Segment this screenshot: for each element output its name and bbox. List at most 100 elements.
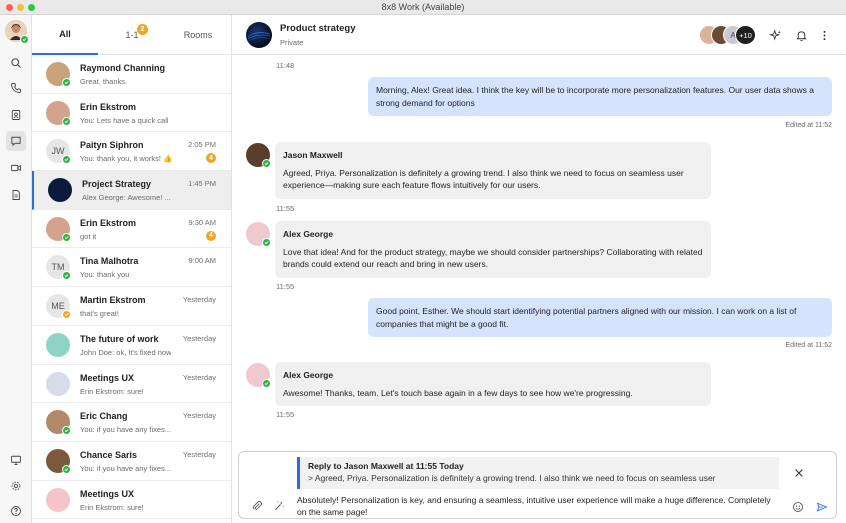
tab-one-to-one[interactable]: 1-1 2: [99, 15, 165, 55]
incoming-message[interactable]: Jason Maxwell Agreed, Priya. Personaliza…: [275, 142, 711, 199]
conversation-preview: You: if you have any fixes...: [80, 463, 172, 473]
reply-quote: > Agreed, Priya. Personalization is defi…: [308, 473, 716, 483]
conversation-item[interactable]: Raymond Channing Great, thanks.: [32, 55, 231, 94]
conversation-preview: You: if you have any fixes...: [80, 425, 172, 435]
nav-search[interactable]: [6, 53, 26, 73]
conversation-avatar: [46, 448, 71, 474]
magic-wand-icon: [274, 501, 284, 511]
sparkle-icon: [768, 28, 781, 41]
conversation-preview: Erin Ekstrom: sure!: [80, 502, 144, 512]
presence-indicator: [62, 116, 71, 126]
check-icon: [264, 241, 269, 245]
nav-help[interactable]: [6, 501, 26, 521]
nav-rail: [0, 15, 32, 523]
conversation-time: Yesterday: [182, 372, 216, 382]
nav-display[interactable]: [6, 450, 26, 470]
conversation-item[interactable]: Meetings UX Erin Ekstrom: sure!: [32, 481, 231, 520]
conversation-name: Martin Ekstrom: [80, 295, 146, 306]
conversation-time: Yesterday: [182, 449, 216, 459]
more-options-button[interactable]: [816, 27, 832, 43]
nav-settings[interactable]: [6, 476, 26, 496]
user-avatar[interactable]: [5, 20, 29, 44]
conversation-item[interactable]: Meetings UX Erin Ekstrom: sure! Yesterday: [32, 365, 231, 404]
tab-rooms[interactable]: Rooms: [165, 15, 231, 55]
room-avatar-image: [247, 32, 271, 42]
presence-indicator: [20, 35, 29, 44]
room-avatar[interactable]: [246, 22, 272, 48]
presence-indicator: [62, 310, 71, 320]
room-title[interactable]: Product strategy: [280, 23, 356, 34]
conversation-time: 1:45 PM: [188, 179, 216, 189]
send-icon: [816, 502, 828, 512]
edited-label: Edited at 11:52: [785, 122, 832, 129]
conversation-avatar: ME: [46, 294, 71, 320]
outgoing-message[interactable]: Morning, Alex! Great idea. I think the k…: [368, 77, 832, 116]
nav-contacts[interactable]: [6, 105, 26, 125]
presence-indicator: [62, 78, 71, 87]
conversation-item[interactable]: ME Martin Ekstrom that's great! Yesterday: [32, 287, 231, 326]
message-text: Awesome! Thanks, team. Let's touch base …: [283, 387, 633, 398]
conversation-preview: Great, thanks.: [80, 77, 128, 86]
window-title: 8x8 Work (Available): [381, 2, 465, 12]
help-icon: [11, 506, 21, 516]
conversation-avatar: [46, 62, 71, 87]
conversation-item[interactable]: Chance Saris You: if you have any fixes..…: [32, 442, 231, 481]
message-text: Love that idea! And for the product stra…: [283, 246, 703, 270]
nav-meetings[interactable]: [6, 158, 26, 178]
nav-calls[interactable]: [6, 78, 26, 98]
conversation-items: Raymond Channing Great, thanks. Erin Ekstr…: [32, 55, 231, 520]
presence-indicator: [62, 464, 71, 474]
ai-assist-button[interactable]: [767, 27, 783, 43]
incoming-message[interactable]: Alex George Love that idea! And for the …: [275, 221, 711, 278]
presence-indicator: [62, 155, 71, 165]
conversation-preview: John Doe: ok, It's fixed now: [80, 347, 172, 357]
emoji-button[interactable]: [790, 499, 806, 515]
presence-indicator: [262, 238, 271, 247]
conversation-time: 2:05 PM: [188, 140, 216, 150]
conversation-name: Project Strategy: [82, 179, 152, 190]
sender-avatar: [246, 143, 271, 168]
ai-compose-button[interactable]: [271, 498, 287, 514]
conversation-item[interactable]: Erin Ekstrom You: Lets have a quick call: [32, 94, 231, 133]
tab-all[interactable]: All: [32, 15, 98, 55]
conversation-item[interactable]: The future of work John Doe: ok, It's fix…: [32, 326, 231, 365]
outgoing-message[interactable]: Good point, Esther. We should start iden…: [368, 298, 832, 337]
conversation-item[interactable]: JW Paityn Siphron You: thank you, it works…: [32, 132, 231, 172]
check-icon: [64, 235, 69, 240]
check-icon: [64, 429, 69, 433]
contacts-icon: [11, 110, 21, 120]
message-text: Good point, Esther. We should start iden…: [376, 306, 797, 329]
sender-avatar: [246, 363, 271, 388]
presence-indicator: [262, 159, 271, 168]
conversation-item[interactable]: Project Strategy Alex George: Awesome! ..…: [32, 171, 231, 210]
message-thread: 11:48 Morning, Alex! Great idea. I think…: [232, 55, 846, 450]
nav-documents[interactable]: [6, 185, 26, 205]
message-composer: Reply to Jason Maxwell at 11:55 Today > …: [238, 451, 837, 519]
check-icon: [64, 158, 69, 162]
conversation-name: Erin Ekstrom: [80, 217, 137, 228]
edited-label: Edited at 11:52: [785, 342, 832, 349]
conversation-avatar: [46, 487, 70, 512]
tab-one-to-one-badge: 2: [137, 24, 148, 35]
message-input[interactable]: Absolutely! Personalization is key, and …: [297, 494, 772, 518]
attach-button[interactable]: [249, 498, 265, 514]
nav-chat[interactable]: [6, 131, 26, 151]
attachment-icon: [252, 501, 262, 510]
conversation-item[interactable]: Eric Chang You: if you have any fixes... Y…: [32, 403, 231, 442]
presence-indicator: [62, 232, 71, 242]
conversation-name: Tina Malhotra: [80, 256, 139, 267]
incoming-message[interactable]: Alex George Awesome! Thanks, team. Let's…: [275, 362, 711, 406]
conversation-avatar: [46, 371, 70, 396]
avatar-initials: TM: [51, 262, 65, 273]
conversation-item[interactable]: TM Tina Malhotra You: thank you 9:00 AM: [32, 248, 231, 288]
cancel-reply-button[interactable]: [792, 466, 806, 480]
conversation-item[interactable]: Erin Ekstrom got it 9:30 AM 4: [32, 210, 231, 249]
notifications-button[interactable]: [793, 27, 809, 43]
conversation-time: 9:00 AM: [188, 256, 216, 266]
send-button[interactable]: [814, 499, 830, 515]
bell-icon: [795, 30, 807, 41]
search-icon: [11, 58, 21, 68]
conversation-name: Paityn Siphron: [80, 140, 144, 151]
message-sender: Alex George: [283, 370, 334, 380]
conversation-name: Erin Ekstrom: [80, 101, 137, 112]
